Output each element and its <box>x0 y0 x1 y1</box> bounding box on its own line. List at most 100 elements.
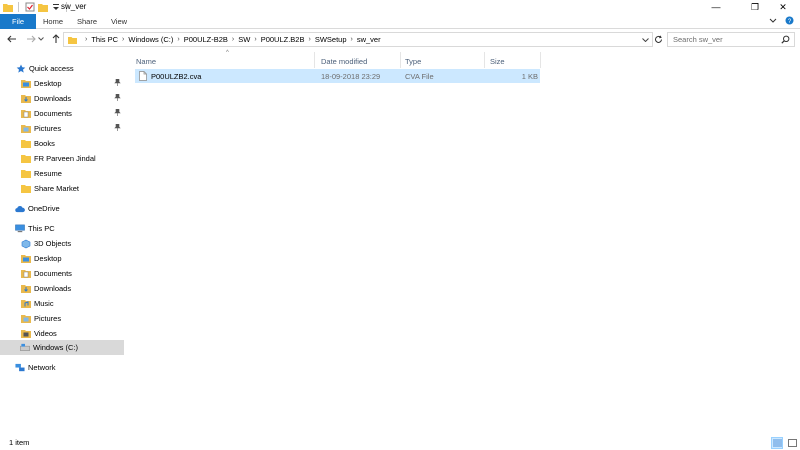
chevron-right-icon[interactable]: › <box>122 36 124 43</box>
column-header-date[interactable]: Date modified <box>317 53 399 69</box>
table-row[interactable]: P00ULZB2.cva 18-09-2018 23:29 CVA File 1… <box>135 69 540 83</box>
chevron-right-icon[interactable]: › <box>85 36 87 43</box>
nav-label: Documents <box>34 269 72 278</box>
nav-label: Desktop <box>34 254 62 263</box>
nav-this-pc[interactable]: This PC <box>0 221 124 236</box>
back-button[interactable] <box>5 32 19 46</box>
crumb-windows-c[interactable]: Windows (C:) <box>128 35 173 44</box>
breadcrumb: › This PC › Windows (C:) › P00ULZ-B2B › … <box>64 33 381 46</box>
column-label: Name <box>136 56 157 66</box>
customize-dropdown-icon[interactable] <box>50 2 61 13</box>
expand-ribbon-icon[interactable] <box>769 17 777 26</box>
file-size-cell: 1 KB <box>521 71 538 81</box>
maximize-icon: ❐ <box>750 1 760 12</box>
tab-home[interactable]: Home <box>38 14 68 29</box>
sort-up-icon: ^ <box>226 50 229 56</box>
help-icon[interactable]: ? <box>785 16 794 27</box>
chevron-right-icon[interactable]: › <box>308 36 310 43</box>
tab-view[interactable]: View <box>105 14 133 29</box>
new-folder-icon[interactable] <box>37 2 48 13</box>
item-count: 1 item <box>9 438 30 447</box>
recent-locations-button[interactable] <box>37 32 45 46</box>
nav-pc-windows-c[interactable]: Windows (C:) <box>0 340 124 355</box>
nav-quick-pictures[interactable]: Pictures <box>0 121 124 136</box>
quick-access-toolbar <box>2 1 70 13</box>
nav-pc-documents[interactable]: Documents <box>0 266 124 281</box>
pin-icon[interactable] <box>114 108 121 118</box>
address-dropdown-button[interactable] <box>640 35 650 45</box>
nav-label: Videos <box>34 329 57 338</box>
file-list: Name ^ Date modified Type Size P00ULZB2.… <box>128 50 800 435</box>
chevron-right-icon[interactable]: › <box>351 36 353 43</box>
nav-quick-downloads[interactable]: Downloads <box>0 91 124 106</box>
nav-quick-access[interactable]: Quick access <box>0 61 124 76</box>
folder-icon <box>68 36 77 44</box>
chevron-right-icon[interactable]: › <box>177 36 179 43</box>
downloads-folder-icon <box>21 94 31 104</box>
nav-quick-share-market[interactable]: Share Market <box>0 181 124 196</box>
column-header-type[interactable]: Type <box>401 53 483 69</box>
crumb-sw-ver[interactable]: sw_ver <box>357 35 381 44</box>
nav-label: Music <box>34 299 54 308</box>
nav-pc-desktop[interactable]: Desktop <box>0 251 124 266</box>
nav-pc-3d-objects[interactable]: 3D Objects <box>0 236 124 251</box>
search-input[interactable]: Search sw_ver <box>667 32 795 47</box>
nav-label: Pictures <box>34 124 62 133</box>
nav-quick-fr-parveen-jindal[interactable]: FR Parveen Jindal <box>0 151 124 166</box>
chevron-right-icon[interactable]: › <box>254 36 256 43</box>
column-header-name[interactable]: Name ^ <box>132 50 314 69</box>
nav-network[interactable]: Network <box>0 360 124 375</box>
column-header-size[interactable]: Size <box>486 53 540 69</box>
nav-quick-documents[interactable]: Documents <box>0 106 124 121</box>
window-title: sw_ver <box>61 2 87 11</box>
chevron-right-icon[interactable]: › <box>232 36 234 43</box>
nav-pc-videos[interactable]: Videos <box>0 326 124 341</box>
title-bar: sw_ver — ❐ ✕ <box>0 0 800 14</box>
column-label: Type <box>405 56 422 66</box>
nav-pc-music[interactable]: Music <box>0 296 124 311</box>
crumb-p00ulz-b2b[interactable]: P00ULZ-B2B <box>184 35 228 44</box>
minimize-button[interactable]: — <box>699 0 733 14</box>
pin-icon[interactable] <box>114 123 121 133</box>
tab-share[interactable]: Share <box>72 14 102 29</box>
refresh-button[interactable] <box>651 32 665 47</box>
nav-label: Documents <box>34 109 72 118</box>
search-icon <box>781 35 790 46</box>
search-placeholder: Search sw_ver <box>673 35 723 44</box>
column-divider[interactable] <box>484 52 485 68</box>
status-bar: 1 item <box>0 436 800 450</box>
pin-icon[interactable] <box>114 78 121 88</box>
column-divider[interactable] <box>314 52 315 68</box>
pin-icon[interactable] <box>114 93 121 103</box>
nav-label: Network <box>28 363 56 372</box>
nav-pc-downloads[interactable]: Downloads <box>0 281 124 296</box>
forward-button[interactable] <box>24 32 38 46</box>
nav-onedrive[interactable]: OneDrive <box>0 201 124 216</box>
close-button[interactable]: ✕ <box>766 0 800 14</box>
crumb-sw[interactable]: SW <box>238 35 250 44</box>
properties-icon[interactable] <box>24 2 35 13</box>
close-icon: ✕ <box>779 1 787 12</box>
address-bar[interactable]: › This PC › Windows (C:) › P00ULZ-B2B › … <box>63 32 653 47</box>
tab-file[interactable]: File <box>0 14 36 29</box>
nav-label: This PC <box>28 224 55 233</box>
crumb-this-pc[interactable]: This PC <box>91 35 118 44</box>
nav-quick-desktop[interactable]: Desktop <box>0 76 124 91</box>
large-icons-view-button[interactable] <box>786 437 798 449</box>
nav-label: FR Parveen Jindal <box>34 154 96 163</box>
nav-quick-books[interactable]: Books <box>0 136 124 151</box>
details-view-icon <box>772 439 782 447</box>
crumb-swsetup[interactable]: SWSetup <box>315 35 347 44</box>
nav-quick-resume[interactable]: Resume <box>0 166 124 181</box>
nav-label: Quick access <box>29 64 74 73</box>
column-divider[interactable] <box>540 52 541 68</box>
folder-icon <box>2 2 13 13</box>
minimize-icon: — <box>711 2 721 12</box>
crumb-p00ulz-b2b-dot[interactable]: P00ULZ.B2B <box>261 35 305 44</box>
downloads-folder-icon <box>21 284 31 294</box>
refresh-icon <box>654 35 662 43</box>
details-view-button[interactable] <box>771 437 783 449</box>
nav-pc-pictures[interactable]: Pictures <box>0 311 124 326</box>
folder-icon <box>21 184 31 194</box>
up-button[interactable] <box>49 32 63 46</box>
